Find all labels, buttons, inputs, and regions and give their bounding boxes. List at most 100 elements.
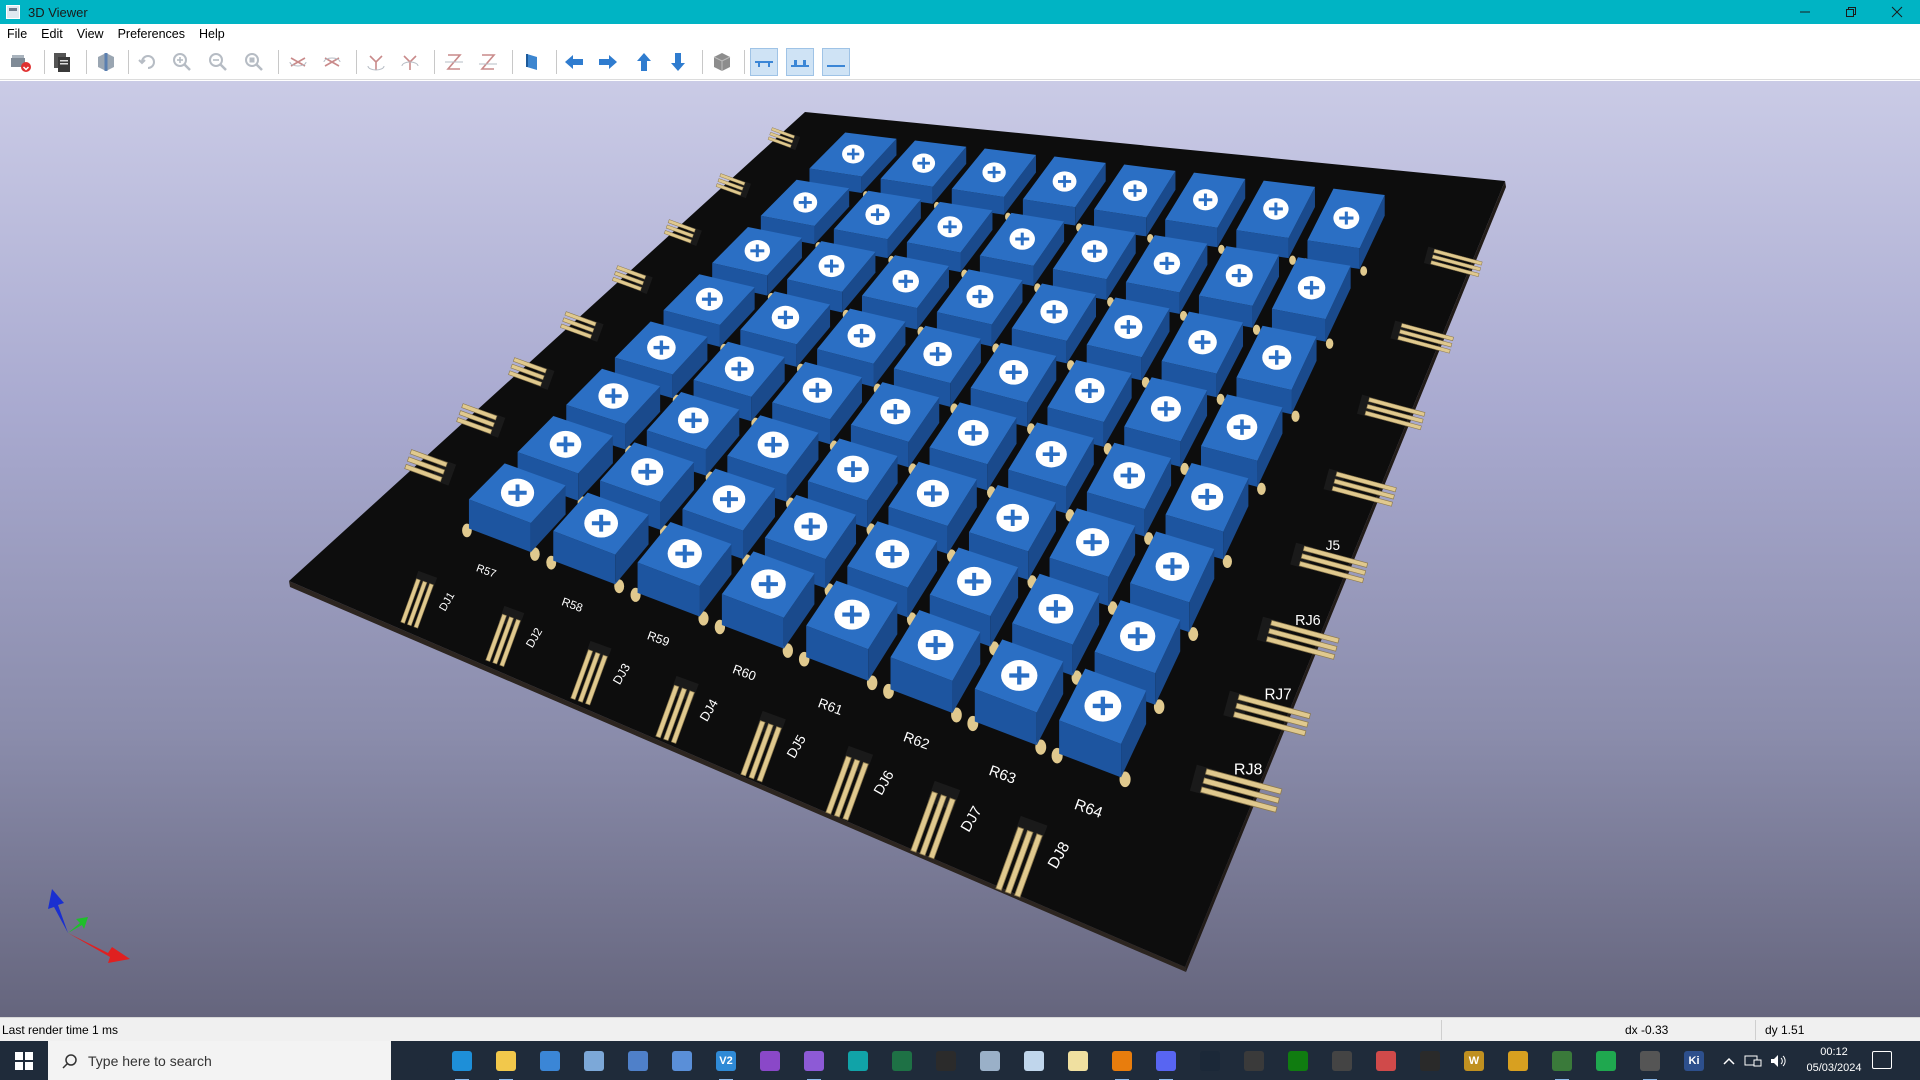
- zoom-fit-button[interactable]: [240, 48, 268, 76]
- taskbar: Type here to search V2 W Ki 00:12 05/03/20…: [0, 1041, 1920, 1080]
- menu-preferences[interactable]: Preferences: [118, 27, 185, 41]
- window-controls: [1782, 0, 1920, 24]
- chat-button[interactable]: [1592, 1047, 1620, 1075]
- rotate-x-ccw-button[interactable]: [318, 48, 346, 76]
- github-button[interactable]: [756, 1047, 784, 1075]
- app-generic-7-button[interactable]: [1372, 1047, 1400, 1075]
- redraw-button[interactable]: [134, 48, 162, 76]
- 3d-viewport[interactable]: DJ1 R57 DJ2 R58 DJ3 R59 DJ4 R60 DJ5 R61 DJ6 R62 DJ7 R…: [0, 81, 1920, 1017]
- rotate-y-ccw-button[interactable]: [396, 48, 424, 76]
- app-generic-5-button[interactable]: [1020, 1047, 1048, 1075]
- title-bar: 3D Viewer: [0, 0, 1920, 24]
- pcb-3d-scene[interactable]: DJ1R57DJ2R58DJ3R59DJ4R60DJ5R61DJ6R62DJ7R…: [0, 81, 1920, 1017]
- steam-icon: [1200, 1051, 1220, 1071]
- obs-icon: [1244, 1051, 1264, 1071]
- xbox-button[interactable]: [1284, 1047, 1312, 1075]
- kicad-button[interactable]: Ki: [1680, 1047, 1708, 1075]
- app-generic-2-button[interactable]: [624, 1047, 652, 1075]
- blender-button[interactable]: [1108, 1047, 1136, 1080]
- system-tray: [1722, 1041, 1788, 1080]
- excel-icon: [892, 1051, 912, 1071]
- app-generic-2-icon: [628, 1051, 648, 1071]
- vs-code-button[interactable]: V2: [712, 1047, 740, 1080]
- visual-studio-button[interactable]: [800, 1047, 828, 1080]
- file-explorer-button[interactable]: [492, 1047, 520, 1080]
- app-generic-10-button[interactable]: [1504, 1047, 1532, 1075]
- app-generic-9-icon: W: [1464, 1051, 1484, 1071]
- reload-board-button[interactable]: [6, 48, 34, 76]
- steam-button[interactable]: [1196, 1047, 1224, 1075]
- pan-up-button[interactable]: [630, 48, 658, 76]
- menu-file[interactable]: File: [7, 27, 27, 41]
- vs-code-icon: V2: [716, 1051, 736, 1071]
- taskbar-search-box[interactable]: Type here to search: [48, 1041, 391, 1080]
- app-generic-11-button[interactable]: [1548, 1047, 1576, 1080]
- store-button[interactable]: [536, 1047, 564, 1075]
- connector-label: RJ8: [1234, 761, 1263, 779]
- connector-label: J5: [1326, 538, 1340, 553]
- orthographic-button[interactable]: [708, 48, 736, 76]
- zoom-out-button[interactable]: [204, 48, 232, 76]
- app-generic-8-button[interactable]: [1416, 1047, 1444, 1075]
- app-generic-4-icon: [980, 1051, 1000, 1071]
- notification-center-icon[interactable]: [1872, 1051, 1892, 1069]
- windows-start-icon: [15, 1051, 33, 1070]
- app-generic-11-icon: [1552, 1051, 1572, 1071]
- pan-right-button[interactable]: [594, 48, 622, 76]
- rotate-x-cw-button[interactable]: [284, 48, 312, 76]
- zoom-in-button[interactable]: [168, 48, 196, 76]
- github-icon: [760, 1051, 780, 1071]
- render-time-text: Last render time 1 ms: [2, 1023, 119, 1037]
- pan-down-button[interactable]: [664, 48, 692, 76]
- obs-button[interactable]: [1240, 1047, 1268, 1075]
- restore-button[interactable]: [1828, 0, 1874, 24]
- app-generic-6-button[interactable]: [1064, 1047, 1092, 1075]
- task-view-button[interactable]: [404, 1047, 432, 1075]
- taskbar-clock[interactable]: 00:12 05/03/2024: [1806, 1044, 1862, 1076]
- close-button[interactable]: [1874, 0, 1920, 24]
- discord-button[interactable]: [1152, 1047, 1180, 1080]
- rotate-z-cw-button[interactable]: [440, 48, 468, 76]
- app-generic-9-button[interactable]: W: [1460, 1047, 1488, 1075]
- rotate-z-ccw-button[interactable]: [474, 48, 502, 76]
- terminal-icon: [936, 1051, 956, 1071]
- search-icon: [62, 1053, 77, 1069]
- arduino-button[interactable]: [844, 1047, 872, 1075]
- app-generic-3-icon: [672, 1051, 692, 1071]
- unity-icon: [1332, 1051, 1352, 1071]
- rotate-y-cw-icon: [367, 55, 385, 71]
- dx-readout: dx -0.33: [1625, 1023, 1669, 1037]
- rotate-y-ccw-icon: [401, 55, 419, 70]
- terminal-button[interactable]: [932, 1047, 960, 1075]
- view-mode-a-icon: [755, 61, 773, 67]
- rotate-x-ccw-icon: [323, 57, 341, 67]
- app-generic-1-button[interactable]: [580, 1047, 608, 1075]
- start-button[interactable]: [0, 1041, 48, 1080]
- task-view-icon: [408, 1051, 428, 1071]
- view-mode-b-button[interactable]: [786, 48, 814, 76]
- app-generic-4-button[interactable]: [976, 1047, 1004, 1075]
- view-mode-a-button[interactable]: [750, 48, 778, 76]
- render-mode-button[interactable]: [92, 48, 120, 76]
- connector-label: RJ6: [1295, 613, 1321, 629]
- menu-edit[interactable]: Edit: [41, 27, 63, 41]
- app-generic-3-button[interactable]: [668, 1047, 696, 1075]
- excel-button[interactable]: [888, 1047, 916, 1075]
- minimize-icon: [1800, 11, 1810, 13]
- copy-image-button[interactable]: [48, 48, 76, 76]
- menu-help[interactable]: Help: [199, 27, 225, 41]
- app-generic-10-icon: [1508, 1051, 1528, 1071]
- flip-board-button[interactable]: [518, 48, 546, 76]
- minimize-button[interactable]: [1782, 0, 1828, 24]
- tray-chevron-up-icon[interactable]: [1722, 1054, 1736, 1068]
- menu-view[interactable]: View: [77, 27, 104, 41]
- network-icon[interactable]: [1744, 1054, 1762, 1068]
- visual-studio-2-button[interactable]: [1636, 1047, 1664, 1080]
- view-mode-c-button[interactable]: [822, 48, 850, 76]
- unity-button[interactable]: [1328, 1047, 1356, 1075]
- edge-icon: [452, 1051, 472, 1071]
- edge-button[interactable]: [448, 1047, 476, 1080]
- volume-icon[interactable]: [1770, 1054, 1788, 1068]
- rotate-y-cw-button[interactable]: [362, 48, 390, 76]
- pan-left-button[interactable]: [560, 48, 588, 76]
